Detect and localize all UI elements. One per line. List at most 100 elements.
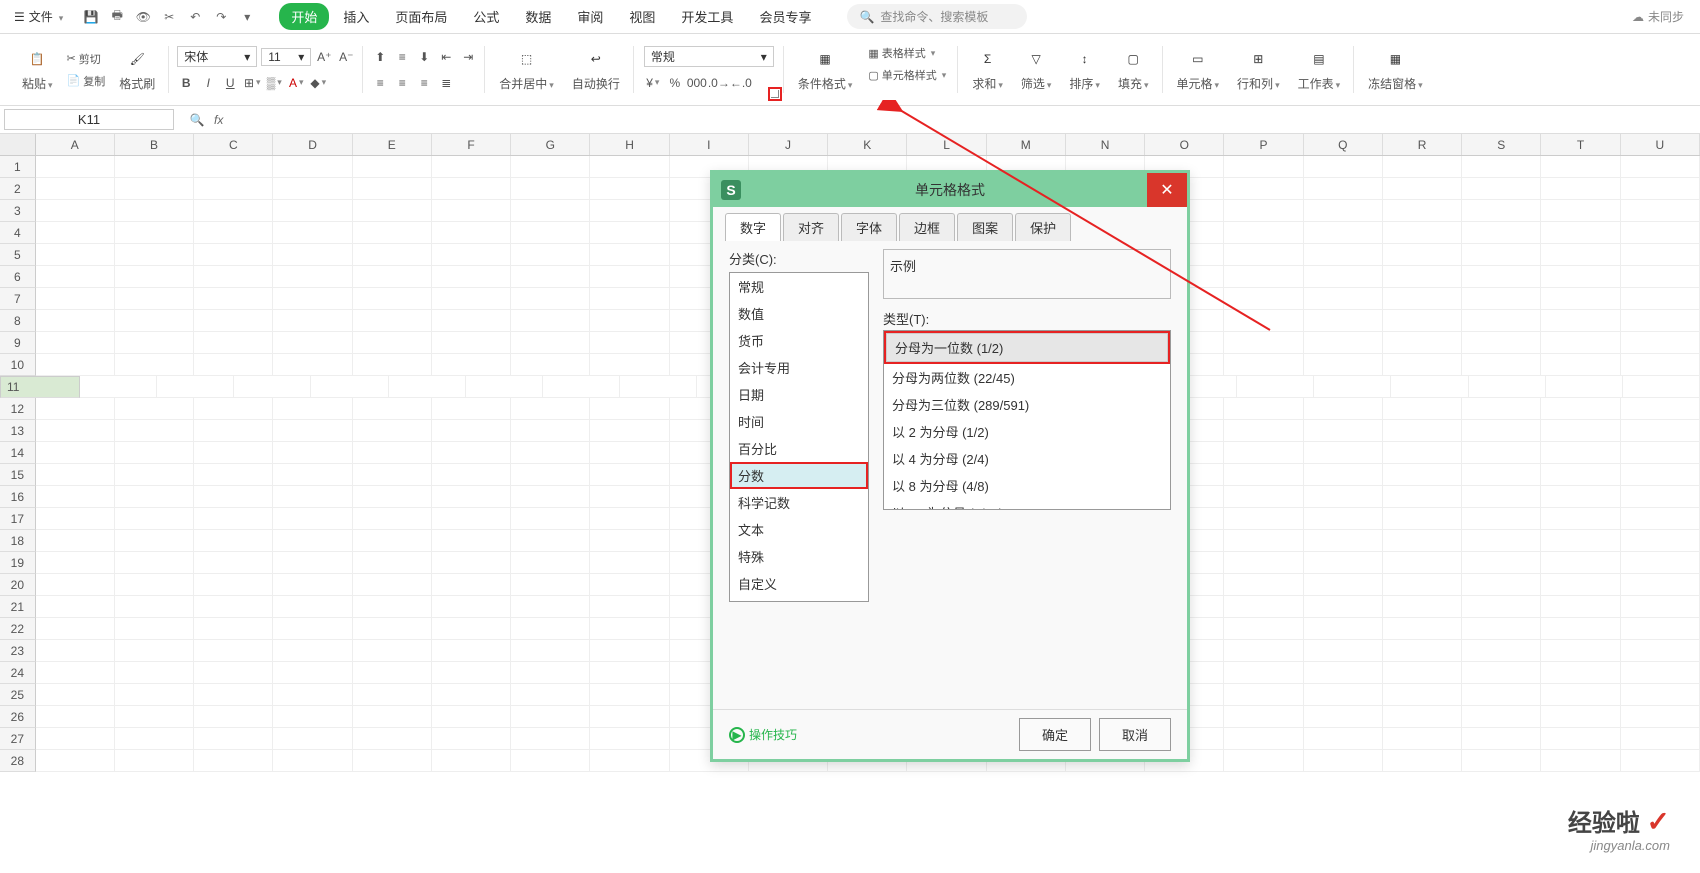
cell[interactable] [115, 310, 194, 332]
type-item[interactable]: 以 8 为分母 (4/8) [884, 472, 1170, 499]
cell[interactable] [590, 266, 669, 288]
cell[interactable] [511, 684, 590, 706]
cell[interactable] [36, 530, 115, 552]
inc-decimal-icon[interactable]: .0→ [710, 74, 728, 92]
align-top-icon[interactable]: ⬆ [371, 48, 389, 66]
cell[interactable] [157, 376, 234, 398]
cell[interactable] [1224, 728, 1303, 750]
cell[interactable] [1621, 288, 1700, 310]
cell[interactable] [1304, 266, 1383, 288]
cut-button[interactable]: ✂ 剪切 [63, 49, 110, 69]
cell[interactable] [36, 222, 115, 244]
cell[interactable] [1621, 156, 1700, 178]
cell[interactable] [1541, 310, 1620, 332]
cell[interactable] [36, 178, 115, 200]
cell[interactable] [115, 508, 194, 530]
cell[interactable] [1304, 684, 1383, 706]
row-header[interactable]: 20 [0, 574, 36, 596]
cell[interactable] [1541, 266, 1620, 288]
cell[interactable] [1462, 486, 1541, 508]
qat-print-icon[interactable]: 🖶 [107, 7, 127, 27]
cell[interactable] [194, 288, 273, 310]
cell[interactable] [1621, 728, 1700, 750]
qat-undo-icon[interactable]: ↶ [185, 7, 205, 27]
cell[interactable] [1383, 508, 1462, 530]
cell[interactable] [194, 398, 273, 420]
cell[interactable] [432, 530, 511, 552]
cell[interactable] [1224, 354, 1303, 376]
cell[interactable] [590, 354, 669, 376]
rowcol-button[interactable]: ⊞行和列 [1231, 43, 1286, 96]
cell[interactable] [1541, 200, 1620, 222]
cell[interactable] [511, 552, 590, 574]
cell[interactable] [432, 706, 511, 728]
ribbon-tab-4[interactable]: 数据 [513, 3, 563, 30]
cell[interactable] [511, 244, 590, 266]
cell[interactable] [1304, 750, 1383, 772]
fill-button[interactable]: ▢填充 [1112, 43, 1155, 96]
cell[interactable] [1541, 618, 1620, 640]
cell[interactable] [194, 200, 273, 222]
category-item[interactable]: 货币 [730, 327, 868, 354]
cell[interactable] [1462, 552, 1541, 574]
cell[interactable] [115, 640, 194, 662]
row-header[interactable]: 15 [0, 464, 36, 486]
cell[interactable] [432, 618, 511, 640]
cell[interactable] [1224, 420, 1303, 442]
dialog-tab-3[interactable]: 边框 [899, 213, 955, 241]
ribbon-tab-8[interactable]: 会员专享 [747, 3, 823, 30]
cell[interactable] [1224, 200, 1303, 222]
cell[interactable] [1541, 508, 1620, 530]
cell[interactable] [1541, 178, 1620, 200]
cell[interactable] [353, 530, 432, 552]
font-name-select[interactable]: 宋体▾ [177, 46, 257, 67]
cell[interactable] [1304, 354, 1383, 376]
cell[interactable] [273, 618, 352, 640]
cell[interactable] [511, 200, 590, 222]
cell[interactable] [511, 596, 590, 618]
cell[interactable] [1383, 156, 1462, 178]
cell[interactable] [1224, 266, 1303, 288]
type-item[interactable]: 以 16 为分母 (8/16) [884, 499, 1170, 510]
cell[interactable] [273, 398, 352, 420]
cell[interactable] [1541, 574, 1620, 596]
sum-button[interactable]: Σ求和 [966, 43, 1009, 96]
cell[interactable] [1383, 178, 1462, 200]
font-color-button[interactable]: A [287, 74, 305, 92]
col-header[interactable]: F [432, 134, 511, 155]
cell[interactable] [115, 464, 194, 486]
cell[interactable] [1462, 420, 1541, 442]
cell[interactable] [273, 420, 352, 442]
cell[interactable] [543, 376, 620, 398]
cell[interactable] [590, 684, 669, 706]
cell[interactable] [1621, 442, 1700, 464]
cell[interactable] [432, 420, 511, 442]
cell[interactable] [273, 552, 352, 574]
cell[interactable] [1383, 332, 1462, 354]
cell[interactable] [36, 750, 115, 772]
cell[interactable] [353, 552, 432, 574]
cell[interactable] [1621, 706, 1700, 728]
cell[interactable] [36, 310, 115, 332]
align-bot-icon[interactable]: ⬇ [415, 48, 433, 66]
cell[interactable] [432, 574, 511, 596]
cell[interactable] [115, 618, 194, 640]
cell[interactable] [1304, 420, 1383, 442]
cell[interactable] [590, 156, 669, 178]
cell[interactable] [1462, 574, 1541, 596]
cell[interactable] [1224, 530, 1303, 552]
cell[interactable] [1304, 178, 1383, 200]
cell[interactable] [511, 420, 590, 442]
cell[interactable] [36, 552, 115, 574]
cell[interactable] [273, 288, 352, 310]
cell[interactable] [36, 486, 115, 508]
cell[interactable] [194, 684, 273, 706]
cell[interactable] [590, 332, 669, 354]
cell[interactable] [432, 442, 511, 464]
cell[interactable] [1237, 376, 1314, 398]
cell[interactable] [1383, 750, 1462, 772]
cell[interactable] [1621, 200, 1700, 222]
category-item[interactable]: 分数 [730, 462, 868, 489]
cell[interactable] [590, 420, 669, 442]
cell[interactable] [353, 684, 432, 706]
